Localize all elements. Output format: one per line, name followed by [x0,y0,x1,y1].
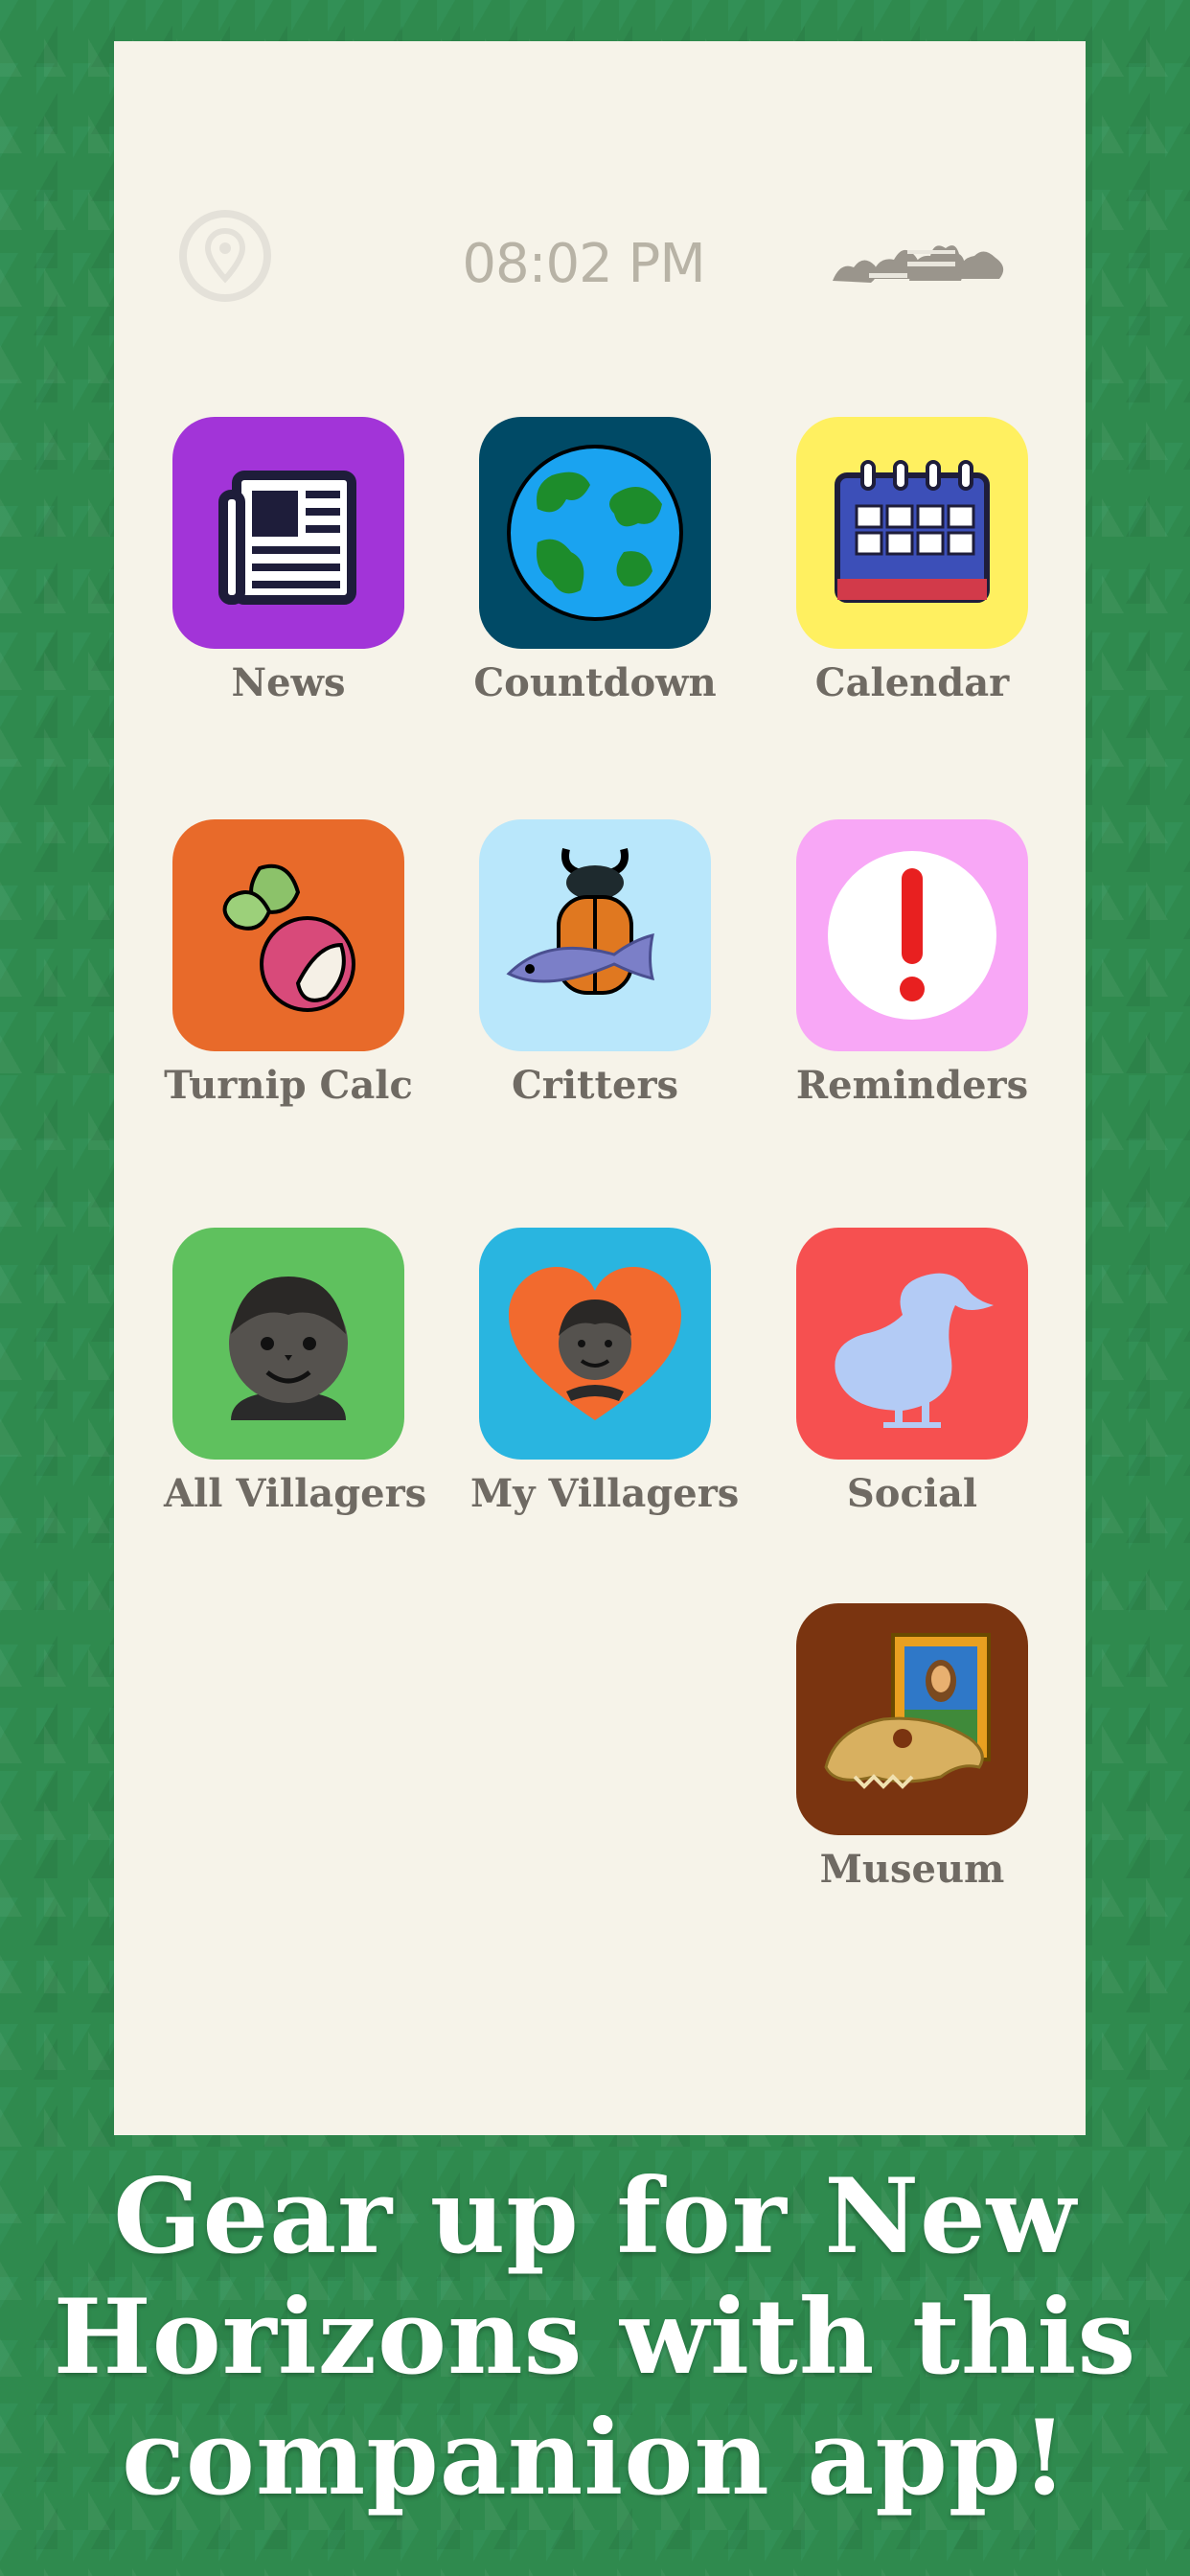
phone-screen: 08:02 PM News Countdown Calendar Turnip … [114,41,1086,2135]
villager-face-icon[interactable] [172,1228,404,1460]
app-label: Museum [819,1847,1005,1892]
headline-line: companion app! [122,2398,1068,2518]
app-label: Turnip Calc [164,1063,413,1108]
app-label: My Villagers [470,1471,740,1516]
app-reminders[interactable]: Reminders [788,819,1037,1108]
app-social[interactable]: Social [788,1228,1037,1516]
app-label: Critters [511,1063,679,1108]
headline-line: Horizons with this [53,2277,1137,2398]
app-label: Countdown [473,660,717,705]
app-countdown[interactable]: Countdown [470,417,720,705]
location-pin-icon[interactable] [179,210,271,302]
bug-fish-icon[interactable] [479,819,711,1051]
promo-headline: Gear up for New Horizons with this compa… [0,2156,1190,2518]
app-label: All Villagers [164,1471,427,1516]
app-label: Calendar [814,660,1010,705]
heart-villager-icon[interactable] [479,1228,711,1460]
app-label: Reminders [795,1063,1029,1108]
app-critters[interactable]: Critters [470,819,720,1108]
newspaper-icon[interactable] [172,417,404,649]
museum-fossil-painting-icon[interactable] [796,1603,1028,1835]
app-label: News [231,660,346,705]
dodo-icon[interactable] [796,1228,1028,1460]
app-all-villagers[interactable]: All Villagers [164,1228,427,1516]
app-news[interactable]: News [164,417,413,705]
island-clouds-logo [813,204,1024,319]
app-calendar[interactable]: Calendar [788,417,1037,705]
app-museum[interactable]: Museum [788,1603,1037,1892]
status-time: 08:02 PM [462,233,705,295]
headline-line: Gear up for New [113,2156,1077,2277]
app-my-villagers[interactable]: My Villagers [470,1228,740,1516]
calendar-icon[interactable] [796,417,1028,649]
app-label: Social [846,1471,978,1516]
exclamation-icon[interactable] [796,819,1028,1051]
globe-icon[interactable] [479,417,711,649]
turnip-icon[interactable] [172,819,404,1051]
app-turnip-calc[interactable]: Turnip Calc [164,819,413,1108]
